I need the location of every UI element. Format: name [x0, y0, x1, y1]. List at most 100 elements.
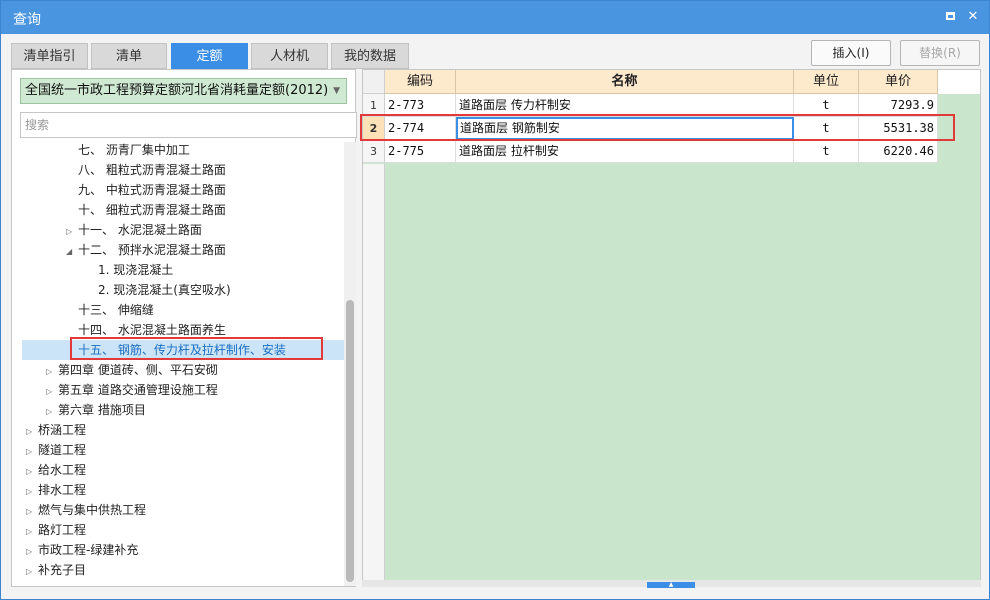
tree-node-label: 十一、 水泥混凝土路面 — [78, 223, 202, 237]
tree-node[interactable]: ▷ 十一、 水泥混凝土路面 — [66, 220, 202, 240]
tree-node-label: 桥涵工程 — [38, 423, 87, 437]
tree-node[interactable]: ▷ 路灯工程 — [26, 520, 86, 540]
tab-materials[interactable]: 人材机 — [251, 43, 328, 69]
search-input[interactable] — [20, 112, 357, 138]
insert-button[interactable]: 插入(I) — [811, 40, 891, 66]
tree-node[interactable]: 2. 现浇混凝土(真空吸水) — [86, 280, 231, 300]
tree-node[interactable]: 十五、 钢筋、传力杆及拉杆制作、安装 — [22, 340, 344, 360]
tree-node-label: 隧道工程 — [38, 443, 87, 457]
quota-tree-pane: 全国统一市政工程预算定额河北省消耗量定额(2012) ▼ 七、 沥青厂集中加工八… — [11, 69, 357, 587]
expand-icon[interactable]: ▷ — [26, 482, 38, 502]
quota-grid: 编码 名称 单位 单价 1 2-773 道路面层 传力杆制安 t 7293.9 2 2-77… — [362, 69, 981, 587]
tree-node-label: 市政工程-绿建补充 — [38, 543, 139, 557]
tree-node-label: 燃气与集中供热工程 — [38, 503, 147, 517]
tree-scrollbar-thumb[interactable] — [346, 300, 354, 582]
cell-unit[interactable]: t — [794, 117, 859, 140]
tree-node-label: 十三、 伸缩缝 — [78, 303, 154, 317]
tree-node-label: 第六章 措施项目 — [58, 403, 146, 417]
tree-node[interactable]: 1. 现浇混凝土 — [86, 260, 173, 280]
expand-icon[interactable]: ▷ — [46, 362, 58, 382]
tree-node-label: 排水工程 — [38, 483, 87, 497]
cell-price[interactable]: 6220.46 — [859, 140, 938, 163]
tree-node[interactable]: ▷ 排水工程 — [26, 480, 86, 500]
tree-node[interactable]: ▷ 第四章 便道砖、侧、平石安砌 — [46, 360, 218, 380]
tree-node[interactable]: 七、 沥青厂集中加工 — [66, 140, 190, 160]
row-number[interactable]: 3 — [363, 140, 385, 163]
tree-node-label: 八、 粗粒式沥青混凝土路面 — [78, 163, 226, 177]
tree-node-label: 第五章 道路交通管理设施工程 — [58, 383, 218, 397]
cell-price[interactable]: 7293.9 — [859, 94, 938, 117]
restore-icon[interactable] — [942, 9, 958, 25]
query-window: 查询 ✕ 清单指引 清单 定额 人材机 我的数据 插入(I) 替换(R) 全国统… — [0, 0, 990, 600]
tree-node[interactable]: ▷ 补充子目 — [26, 560, 86, 580]
header-filler — [938, 70, 980, 94]
tree-node[interactable]: ▷ 市政工程-绿建补充 — [26, 540, 138, 560]
quota-library-value: 全国统一市政工程预算定额河北省消耗量定额(2012) — [25, 83, 329, 98]
tree-node[interactable]: ▷ 隧道工程 — [26, 440, 86, 460]
cell-code[interactable]: 2-775 — [385, 140, 456, 163]
tree-node[interactable]: ▷ 燃气与集中供热工程 — [26, 500, 146, 520]
tab-quota[interactable]: 定额 — [171, 43, 248, 69]
tree-node[interactable]: ▷ 第五章 道路交通管理设施工程 — [46, 380, 218, 400]
tree-node[interactable]: 十四、 水泥混凝土路面养生 — [66, 320, 226, 340]
tree-node-label: 1. 现浇混凝土 — [98, 263, 174, 277]
tree-node[interactable]: 八、 粗粒式沥青混凝土路面 — [66, 160, 226, 180]
cell-name[interactable]: 道路面层 钢筋制安 — [456, 117, 794, 140]
tree-node-label: 九、 中粒式沥青混凝土路面 — [78, 183, 226, 197]
expand-icon[interactable]: ▷ — [26, 542, 38, 562]
column-header-name[interactable]: 名称 — [456, 70, 794, 94]
window-title: 查询 — [13, 12, 41, 28]
cell-unit[interactable]: t — [794, 94, 859, 117]
collapse-icon[interactable]: ◢ — [66, 242, 78, 262]
tree-node-label: 七、 沥青厂集中加工 — [78, 143, 190, 157]
close-icon[interactable]: ✕ — [965, 9, 981, 25]
tree-node-label: 给水工程 — [38, 463, 87, 477]
row-number[interactable]: 2 — [363, 117, 385, 140]
expand-icon[interactable]: ▷ — [26, 442, 38, 462]
tree-node[interactable]: ▷ 第六章 措施项目 — [46, 400, 146, 420]
cell-code[interactable]: 2-774 — [385, 117, 456, 140]
tab-list[interactable]: 清单 — [91, 43, 167, 69]
tree-node[interactable]: 九、 中粒式沥青混凝土路面 — [66, 180, 226, 200]
cell-code[interactable]: 2-773 — [385, 94, 456, 117]
tree-node-label: 十、 细粒式沥青混凝土路面 — [78, 203, 226, 217]
chevron-down-icon[interactable]: ▼ — [333, 79, 340, 103]
tree-node[interactable]: ▷ 桥涵工程 — [26, 420, 86, 440]
grid-corner — [363, 70, 385, 94]
column-header-unit[interactable]: 单位 — [794, 70, 859, 94]
tree-node-label: 十五、 钢筋、传力杆及拉杆制作、安装 — [78, 343, 286, 357]
expand-icon[interactable]: ▷ — [46, 402, 58, 422]
expand-icon[interactable]: ▷ — [46, 382, 58, 402]
row-number[interactable]: 1 — [363, 94, 385, 117]
column-header-code[interactable]: 编码 — [385, 70, 456, 94]
expand-icon[interactable]: ▷ — [26, 422, 38, 442]
tree-node-label: 十二、 预拌水泥混凝土路面 — [78, 243, 226, 257]
tree-node-label: 路灯工程 — [38, 523, 87, 537]
tab-my-data[interactable]: 我的数据 — [331, 43, 409, 69]
tree-node-label: 十四、 水泥混凝土路面养生 — [78, 323, 226, 337]
cell-name[interactable]: 道路面层 传力杆制安 — [456, 94, 794, 117]
tree-node[interactable]: ▷ 给水工程 — [26, 460, 86, 480]
title-bar: 查询 ✕ — [1, 1, 989, 34]
column-header-price[interactable]: 单价 — [859, 70, 938, 94]
tab-list-guide[interactable]: 清单指引 — [11, 43, 88, 69]
tree-scrollbar[interactable] — [344, 142, 356, 586]
row-header-fill — [363, 164, 385, 586]
quota-tree: 七、 沥青厂集中加工八、 粗粒式沥青混凝土路面 九、 中粒式沥青混凝土路面 十、 细… — [12, 140, 345, 586]
tree-node-label: 第四章 便道砖、侧、平石安砌 — [58, 363, 218, 377]
tree-node-label: 补充子目 — [38, 563, 87, 577]
expand-icon[interactable]: ▷ — [26, 502, 38, 522]
cell-price[interactable]: 5531.38 — [859, 117, 938, 140]
cell-unit[interactable]: t — [794, 140, 859, 163]
chevron-up-icon[interactable]: ▲ — [647, 582, 695, 588]
tree-node[interactable]: 十三、 伸缩缝 — [66, 300, 154, 320]
replace-button[interactable]: 替换(R) — [900, 40, 980, 66]
expand-icon[interactable]: ▷ — [26, 462, 38, 482]
expand-icon[interactable]: ▷ — [66, 222, 78, 242]
tree-node[interactable]: 十、 细粒式沥青混凝土路面 — [66, 200, 226, 220]
cell-name[interactable]: 道路面层 拉杆制安 — [456, 140, 794, 163]
expand-icon[interactable]: ▷ — [26, 562, 38, 582]
quota-library-select[interactable]: 全国统一市政工程预算定额河北省消耗量定额(2012) ▼ — [20, 78, 347, 104]
expand-icon[interactable]: ▷ — [26, 522, 38, 542]
tree-node[interactable]: ◢ 十二、 预拌水泥混凝土路面 — [66, 240, 226, 260]
